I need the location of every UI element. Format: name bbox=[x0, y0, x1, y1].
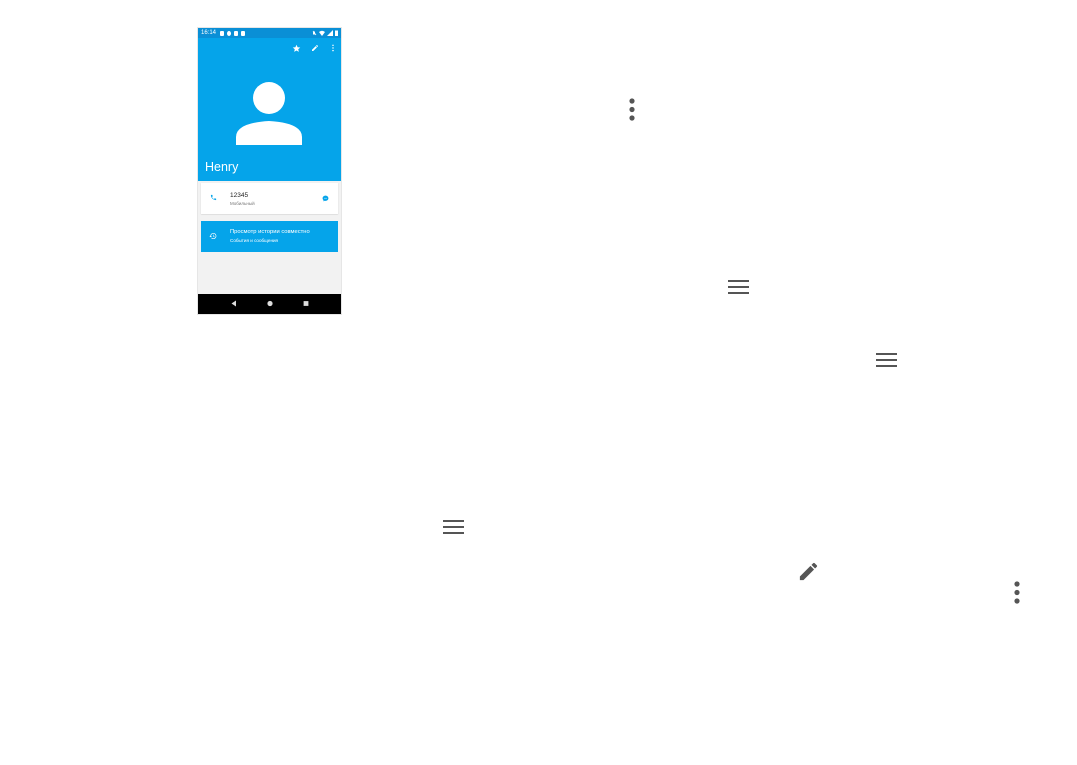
phone-number: 12345 bbox=[230, 192, 249, 199]
star-icon[interactable] bbox=[291, 43, 301, 53]
avatar bbox=[236, 82, 302, 145]
contact-name: Henry bbox=[205, 160, 239, 174]
more-vert-icon[interactable] bbox=[628, 98, 636, 122]
wifi-icon bbox=[319, 30, 325, 36]
signal-icon bbox=[327, 30, 333, 36]
phone-entry[interactable]: 12345 Мобильный bbox=[201, 183, 338, 214]
notification-icon bbox=[234, 30, 238, 36]
more-vert-icon[interactable] bbox=[1013, 581, 1021, 605]
more-vert-icon[interactable] bbox=[328, 43, 338, 53]
menu-icon[interactable] bbox=[876, 353, 897, 367]
mute-icon bbox=[312, 30, 317, 36]
menu-icon[interactable] bbox=[443, 520, 464, 534]
status-time: 16:14 bbox=[201, 30, 217, 36]
status-bar: 16:14 bbox=[198, 28, 341, 38]
view-history-item[interactable]: Просмотр истории совместно События и соо… bbox=[201, 221, 338, 252]
history-subtitle: События и сообщения bbox=[230, 238, 279, 243]
phone-screenshot: 16:14 Henry 12345 Мобильный Просмотр ист… bbox=[198, 28, 341, 314]
menu-icon[interactable] bbox=[728, 280, 749, 294]
system-status-icons bbox=[312, 30, 338, 36]
notification-icon bbox=[241, 30, 245, 36]
contact-header: Henry bbox=[198, 38, 341, 181]
phone-icon bbox=[210, 194, 217, 201]
notification-icon bbox=[220, 30, 224, 36]
edit-icon[interactable] bbox=[797, 560, 820, 583]
notification-icons bbox=[220, 30, 245, 36]
message-icon[interactable] bbox=[322, 195, 329, 202]
history-title: Просмотр истории совместно bbox=[230, 229, 310, 235]
home-icon[interactable] bbox=[267, 300, 273, 307]
history-icon bbox=[209, 233, 217, 239]
back-icon[interactable] bbox=[231, 300, 237, 307]
navigation-bar bbox=[198, 294, 341, 314]
battery-icon bbox=[335, 30, 338, 36]
recents-icon[interactable] bbox=[303, 300, 309, 307]
notification-icon bbox=[227, 30, 231, 36]
edit-icon[interactable] bbox=[310, 43, 320, 53]
phone-type-label: Мобильный bbox=[230, 201, 255, 206]
